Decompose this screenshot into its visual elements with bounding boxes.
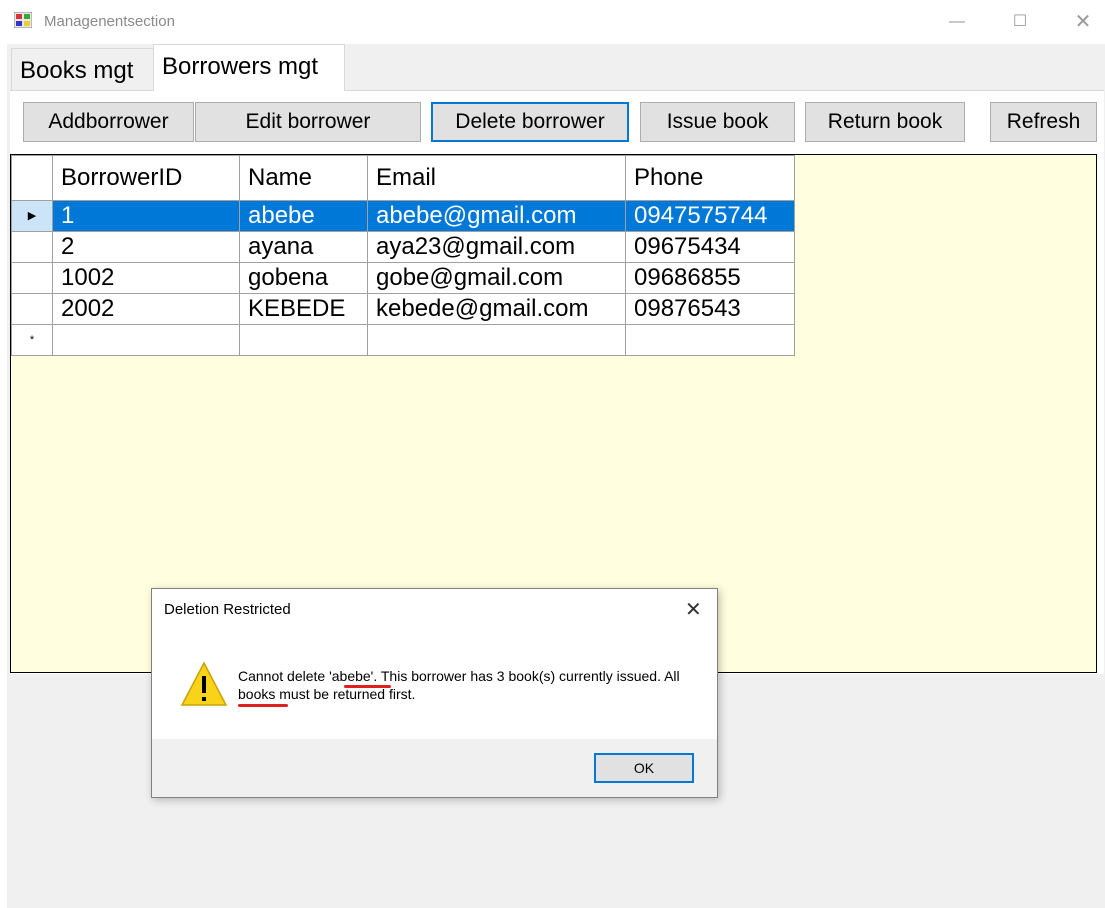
cell-phone[interactable]: 09686855 bbox=[625, 262, 795, 294]
tab-books-mgt[interactable]: Books mgt bbox=[11, 48, 154, 90]
close-icon[interactable]: ✕ bbox=[1063, 8, 1103, 36]
column-header-email[interactable]: Email bbox=[367, 155, 626, 201]
cell-name[interactable]: ayana bbox=[239, 231, 368, 263]
cell-name[interactable]: gobena bbox=[239, 262, 368, 294]
tab-borrowers-mgt[interactable]: Borrowers mgt bbox=[153, 44, 345, 91]
dialog-message: Cannot delete 'abebe'. This borrower has… bbox=[238, 668, 680, 702]
title-bar[interactable]: Managenentsection — ☐ ✕ bbox=[0, 0, 1105, 44]
refresh-button[interactable]: Refresh bbox=[990, 102, 1097, 142]
cell-borrowerid[interactable]: 1 bbox=[52, 200, 240, 232]
dialog-title: Deletion Restricted bbox=[164, 601, 291, 618]
app-icon bbox=[14, 12, 32, 28]
dialog-footer: OK bbox=[152, 739, 717, 797]
row-header[interactable] bbox=[11, 293, 53, 325]
cell-email[interactable]: gobe@gmail.com bbox=[367, 262, 626, 294]
cell-phone[interactable]: 09876543 bbox=[625, 293, 795, 325]
issue-book-button[interactable]: Issue book bbox=[640, 102, 795, 142]
cell-phone[interactable]: 0947575744 bbox=[625, 200, 795, 232]
column-header-borrowerid[interactable]: BorrowerID bbox=[52, 155, 240, 201]
row-header[interactable] bbox=[11, 231, 53, 263]
warning-icon bbox=[180, 661, 228, 706]
window-title: Managenentsection bbox=[44, 13, 175, 30]
minimize-icon[interactable]: — bbox=[937, 8, 977, 36]
maximize-icon[interactable]: ☐ bbox=[1000, 8, 1040, 36]
table-row[interactable]: ▶ 1 abebe abebe@gmail.com 0947575744 bbox=[11, 200, 795, 232]
column-header-phone[interactable]: Phone bbox=[625, 155, 795, 201]
cell-name[interactable]: abebe bbox=[239, 200, 368, 232]
ok-button[interactable]: OK bbox=[594, 753, 694, 783]
annotation-underline bbox=[238, 704, 288, 707]
new-row[interactable]: * bbox=[11, 324, 795, 356]
table-row[interactable]: 2 ayana aya23@gmail.com 09675434 bbox=[11, 231, 795, 263]
deletion-restricted-dialog: Deletion Restricted ✕ Cannot delete 'abe… bbox=[151, 588, 718, 798]
cell-phone[interactable]: 09675434 bbox=[625, 231, 795, 263]
cell-name[interactable]: KEBEDE bbox=[239, 293, 368, 325]
new-row-star-icon[interactable]: * bbox=[11, 324, 53, 356]
cell-email[interactable]: aya23@gmail.com bbox=[367, 231, 626, 263]
cell-borrowerid[interactable] bbox=[52, 324, 240, 356]
cell-borrowerid[interactable]: 1002 bbox=[52, 262, 240, 294]
cell-borrowerid[interactable]: 2002 bbox=[52, 293, 240, 325]
return-book-button[interactable]: Return book bbox=[805, 102, 965, 142]
add-borrower-button[interactable]: Addborrower bbox=[23, 102, 194, 142]
dialog-close-icon[interactable]: ✕ bbox=[685, 597, 702, 622]
column-header-name[interactable]: Name bbox=[239, 155, 368, 201]
row-header-corner[interactable] bbox=[11, 155, 53, 201]
row-header[interactable] bbox=[11, 262, 53, 294]
cell-email[interactable]: kebede@gmail.com bbox=[367, 293, 626, 325]
cell-email[interactable]: abebe@gmail.com bbox=[367, 200, 626, 232]
main-window: Managenentsection — ☐ ✕ Books mgt Borrow… bbox=[0, 0, 1105, 908]
delete-borrower-button[interactable]: Delete borrower bbox=[431, 102, 629, 142]
cell-borrowerid[interactable]: 2 bbox=[52, 231, 240, 263]
table-row[interactable]: 1002 gobena gobe@gmail.com 09686855 bbox=[11, 262, 795, 294]
edit-borrower-button[interactable]: Edit borrower bbox=[195, 102, 421, 142]
cell-phone[interactable] bbox=[625, 324, 795, 356]
current-row-arrow-icon[interactable]: ▶ bbox=[11, 200, 53, 232]
table-row[interactable]: 2002 KEBEDE kebede@gmail.com 09876543 bbox=[11, 293, 795, 325]
tab-strip: Books mgt Borrowers mgt bbox=[7, 44, 1105, 91]
cell-email[interactable] bbox=[367, 324, 626, 356]
borrowers-table: BorrowerID Name Email Phone ▶ 1 abebe ab… bbox=[11, 155, 795, 356]
annotation-underline bbox=[344, 685, 391, 688]
cell-name[interactable] bbox=[239, 324, 368, 356]
